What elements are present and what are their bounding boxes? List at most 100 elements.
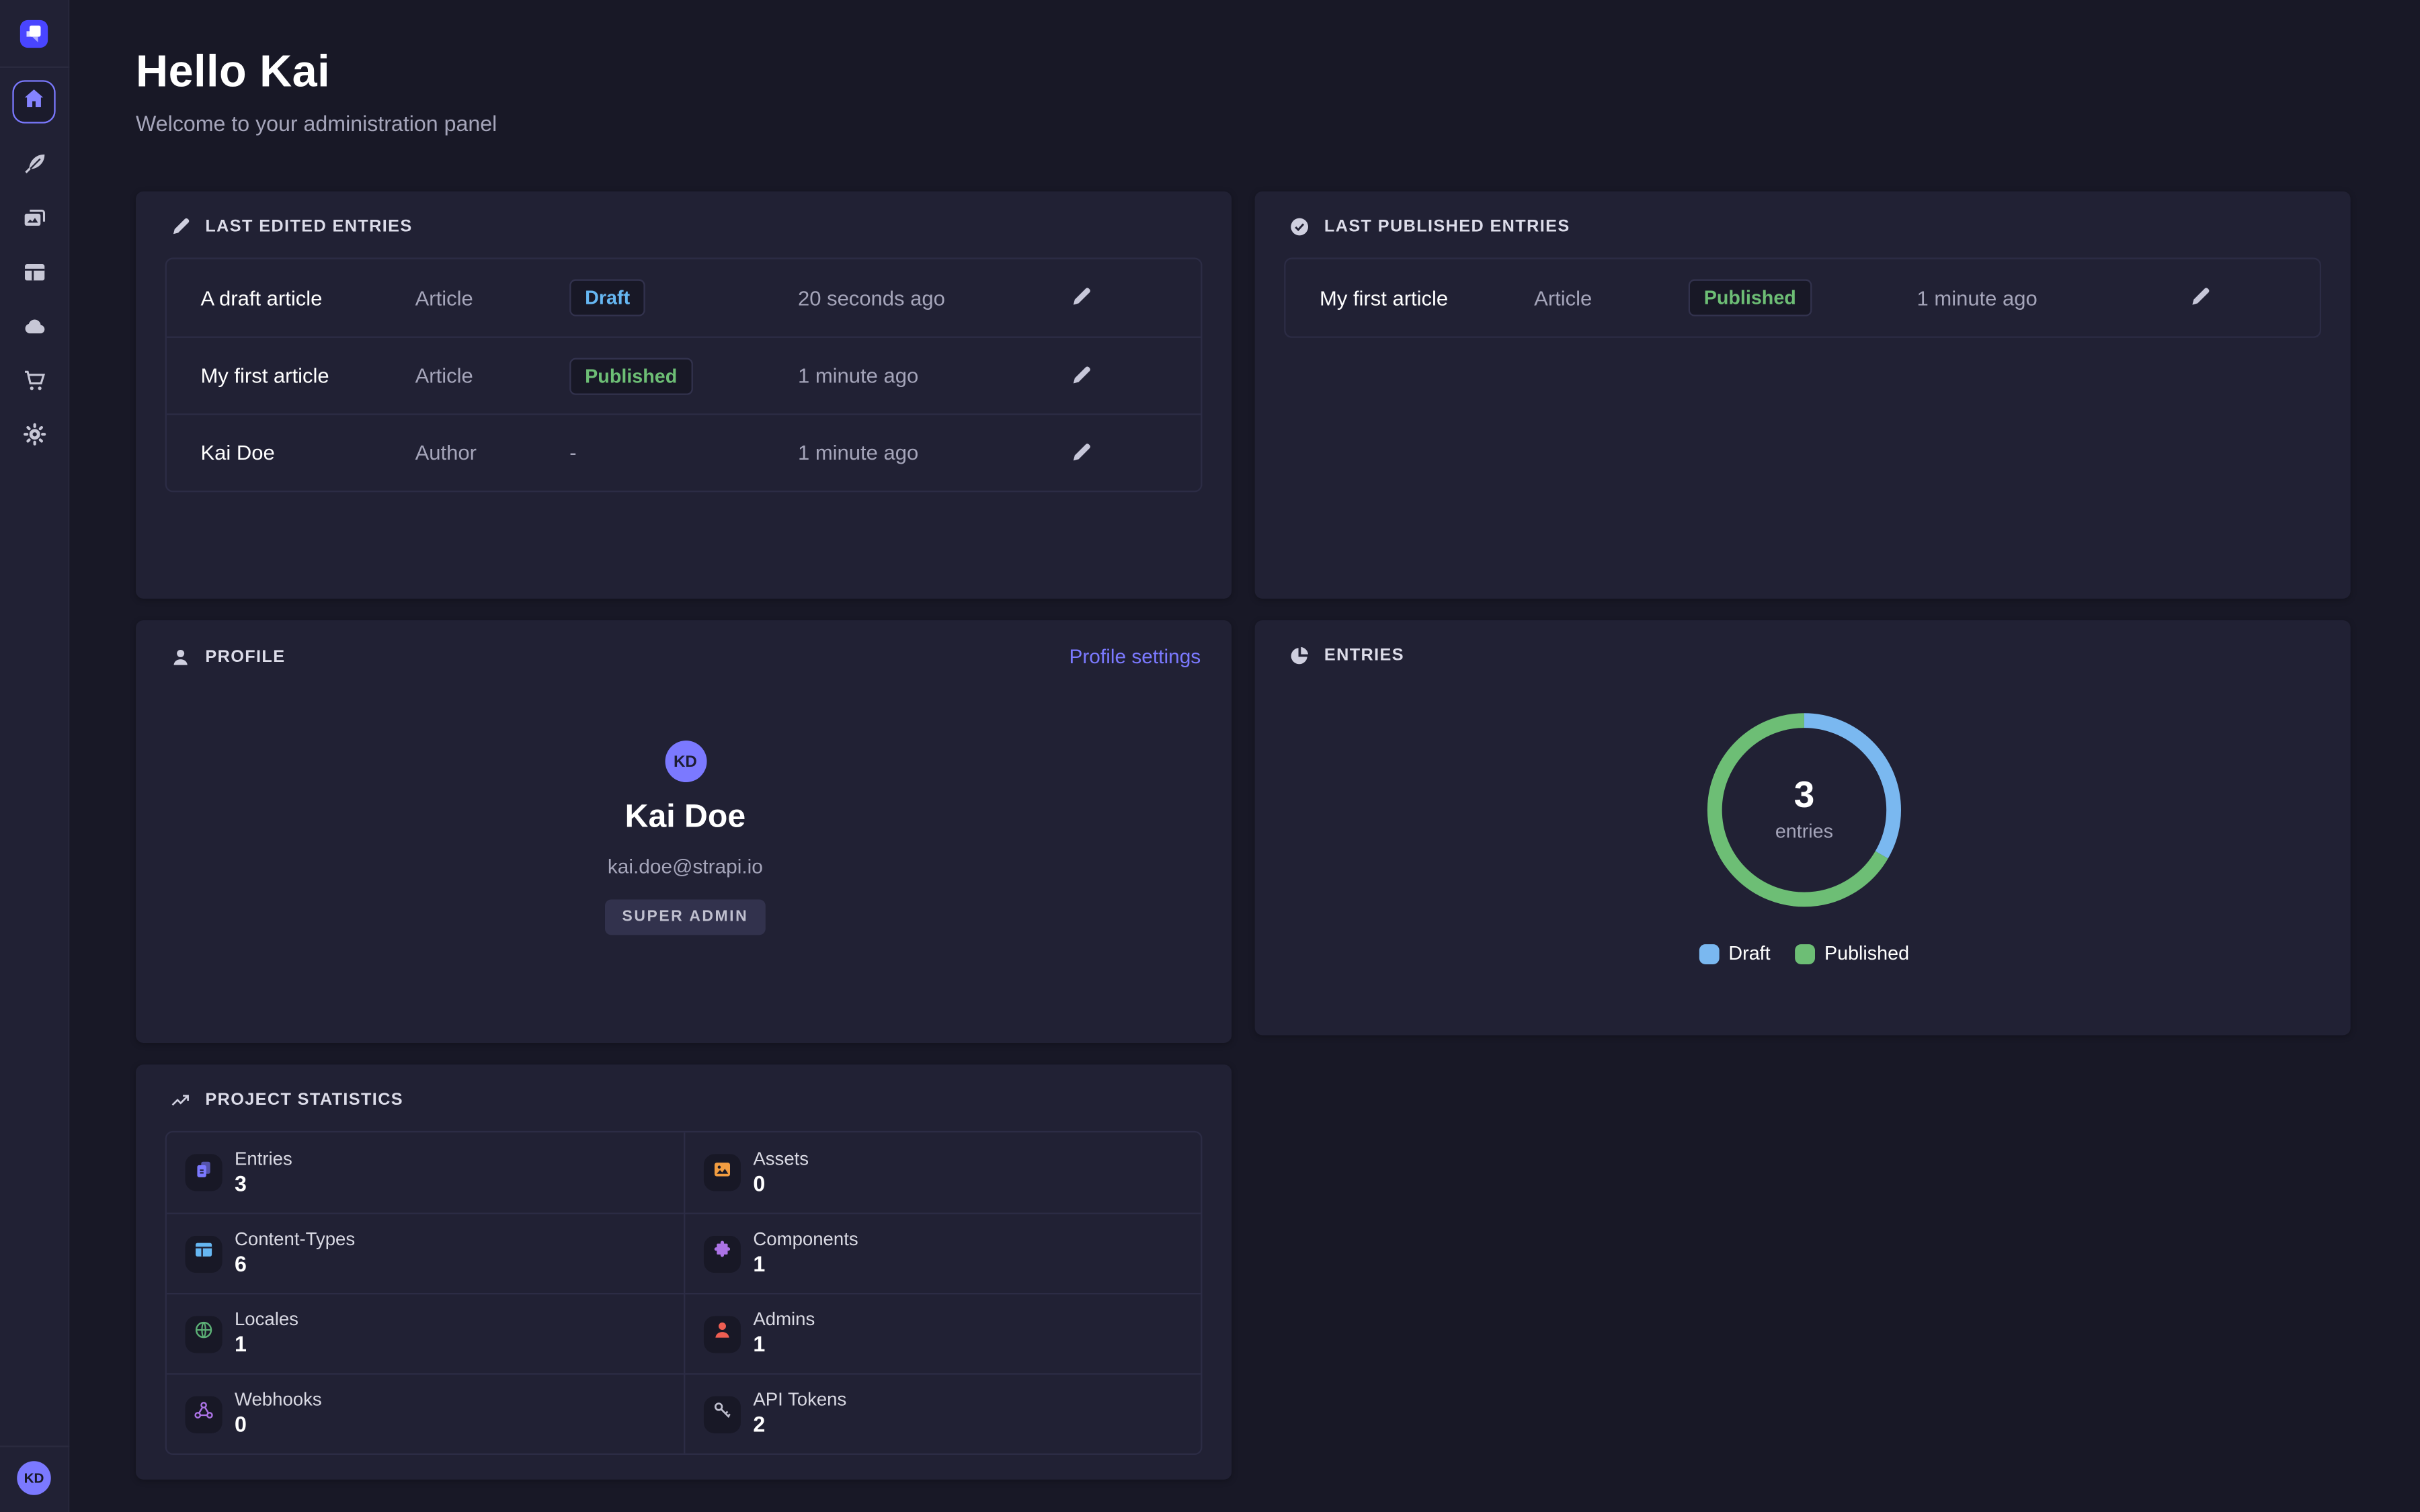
pie-chart-icon	[1289, 645, 1310, 667]
draft-swatch	[1699, 943, 1720, 964]
table-row: My first article Article Published 1 min…	[167, 337, 1201, 414]
legend-label: Published	[1824, 943, 1909, 964]
profile-name: Kai Doe	[625, 799, 746, 836]
status-badge: Draft	[569, 280, 645, 317]
legend-label: Draft	[1728, 943, 1770, 964]
entry-title: My first article	[200, 364, 415, 387]
entry-type: Article	[415, 364, 570, 387]
entry-title: A draft article	[200, 286, 415, 309]
edit-entry-button[interactable]	[1068, 364, 1093, 388]
stat-value: 0	[235, 1412, 322, 1438]
table-row: My first article Article Published 1 min…	[1285, 259, 2319, 337]
panel-title: ENTRIES	[1324, 646, 1404, 665]
pencil-icon	[1069, 290, 1092, 313]
entry-time: 1 minute ago	[798, 442, 1068, 464]
stat-label: Webhooks	[235, 1390, 322, 1412]
sidebar-item-marketplace[interactable]	[21, 367, 47, 393]
home-icon	[22, 85, 46, 118]
entries-total-label: entries	[1775, 821, 1833, 842]
cart-icon	[21, 367, 47, 401]
key-icon	[711, 1399, 733, 1429]
stat-value: 0	[753, 1170, 809, 1196]
webhook-icon	[193, 1399, 214, 1429]
edit-entry-button[interactable]	[1068, 286, 1093, 310]
image-icon	[711, 1158, 733, 1187]
stat-label: Locales	[235, 1310, 298, 1332]
check-circle-icon	[1289, 216, 1310, 237]
entry-type: Article	[1534, 286, 1689, 309]
person-icon	[170, 646, 192, 667]
stat-value: 2	[753, 1412, 846, 1438]
stat-value: 6	[235, 1251, 355, 1277]
globe-icon	[193, 1319, 214, 1349]
statistics-grid: Entries 3 Assets 0 Content-Types	[165, 1131, 1203, 1455]
stat-api-tokens: API Tokens 2	[684, 1373, 1201, 1453]
stat-webhooks: Webhooks 0	[167, 1373, 684, 1453]
pencil-icon	[1069, 445, 1092, 468]
sidebar-item-settings[interactable]	[21, 421, 47, 448]
puzzle-icon	[711, 1239, 733, 1269]
stat-admins: Admins 1	[684, 1293, 1201, 1373]
entries-donut-chart: 3 entries	[1702, 708, 1906, 912]
sidebar-divider	[0, 67, 69, 68]
sidebar-item-content-type-builder[interactable]	[21, 259, 47, 286]
strapi-admin-app: KD Hello Kai Welcome to your administrat…	[0, 0, 2420, 1512]
panel-title: LAST EDITED ENTRIES	[205, 218, 412, 237]
stat-components: Components 1	[684, 1213, 1201, 1293]
pencil-icon	[170, 216, 192, 237]
strapi-logo-icon	[20, 20, 48, 56]
sidebar-item-home[interactable]	[12, 80, 55, 123]
panel-title: PROJECT STATISTICS	[205, 1091, 403, 1109]
documents-icon	[193, 1158, 214, 1187]
layout-icon	[21, 259, 47, 294]
images-icon	[21, 205, 47, 239]
entry-time: 20 seconds ago	[798, 286, 1068, 309]
sidebar-item-content-manager[interactable]	[21, 151, 47, 177]
status-empty: -	[569, 440, 576, 463]
user-avatar[interactable]: KD	[17, 1461, 51, 1495]
pencil-icon	[2187, 290, 2210, 313]
sidebar-item-deploy[interactable]	[21, 313, 47, 339]
stat-label: Content-Types	[235, 1230, 355, 1251]
status-badge: Published	[1689, 280, 1812, 317]
status-badge: Published	[569, 358, 692, 394]
user-icon	[711, 1319, 733, 1349]
table-row: A draft article Article Draft 20 seconds…	[167, 259, 1201, 337]
legend-item-draft: Draft	[1699, 943, 1771, 964]
stat-label: Admins	[753, 1310, 815, 1332]
gear-icon	[21, 421, 47, 456]
page-title: Hello Kai	[136, 51, 2351, 96]
published-swatch	[1795, 943, 1815, 964]
profile-email: kai.doe@strapi.io	[608, 855, 763, 878]
stat-value: 1	[753, 1331, 815, 1357]
chart-legend: Draft Published	[1289, 943, 2320, 964]
last-published-table: My first article Article Published 1 min…	[1284, 257, 2321, 337]
stat-label: Assets	[753, 1149, 809, 1171]
last-published-entries-panel: LAST PUBLISHED ENTRIES My first article …	[1255, 192, 2351, 599]
entry-title: My first article	[1320, 286, 1534, 309]
legend-item-published: Published	[1795, 943, 1909, 964]
stat-value: 1	[235, 1331, 298, 1357]
stat-value: 3	[235, 1170, 292, 1196]
entries-panel: ENTRIES 3 entries	[1255, 620, 2351, 1036]
last-edited-table: A draft article Article Draft 20 seconds…	[165, 257, 1203, 492]
profile-panel: PROFILE Profile settings KD Kai Doe kai.…	[136, 620, 1232, 1043]
stat-entries: Entries 3	[167, 1132, 684, 1212]
layout-icon	[193, 1239, 214, 1269]
edit-entry-button[interactable]	[1068, 440, 1093, 465]
table-row: Kai Doe Author - 1 minute ago	[167, 413, 1201, 491]
edit-entry-button[interactable]	[2187, 286, 2212, 310]
profile-avatar: KD	[664, 741, 706, 782]
sidebar-item-media-library[interactable]	[21, 205, 47, 231]
pencil-icon	[1069, 368, 1092, 391]
entry-time: 1 minute ago	[798, 364, 1068, 387]
sidebar-footer: KD	[0, 1427, 69, 1512]
sidebar-nav	[12, 80, 55, 447]
sidebar: KD	[0, 0, 69, 1512]
main-content: Hello Kai Welcome to your administration…	[69, 0, 2420, 1512]
entries-total: 3	[1794, 778, 1815, 814]
sidebar-footer-divider	[0, 1445, 69, 1447]
last-edited-entries-panel: LAST EDITED ENTRIES A draft article Arti…	[136, 192, 1232, 599]
profile-settings-link[interactable]: Profile settings	[1069, 645, 1201, 668]
strapi-logo[interactable]	[20, 20, 48, 48]
